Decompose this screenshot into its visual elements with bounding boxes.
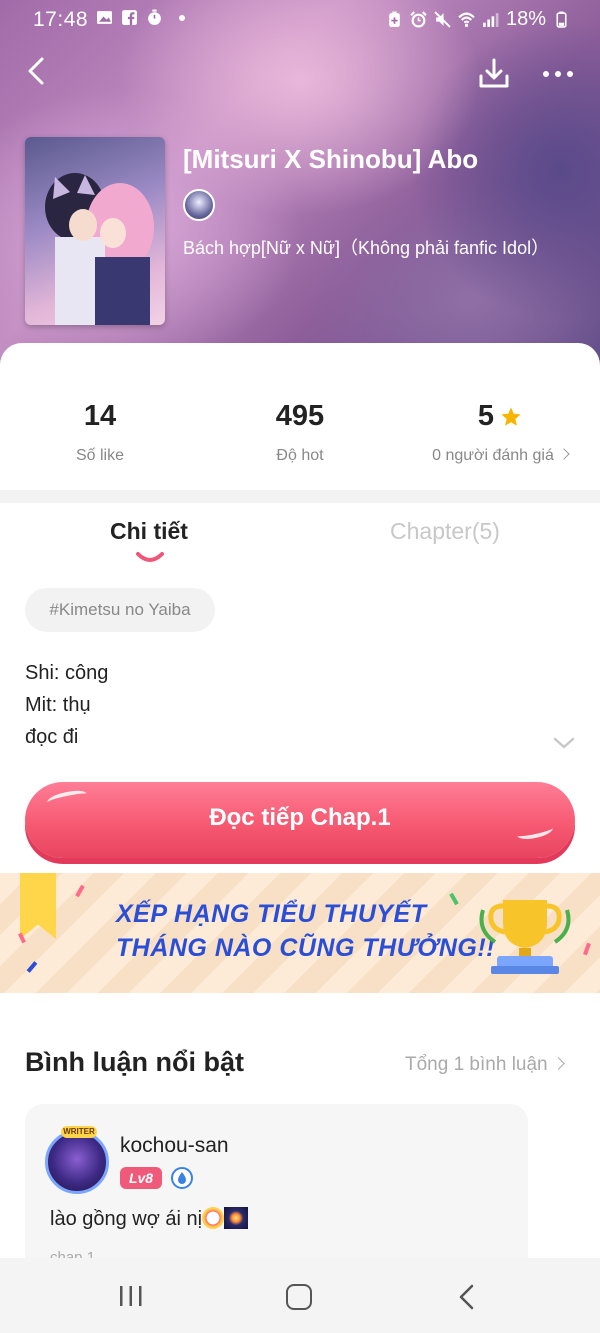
comment-text-body: lào gồng wợ ái nị [50, 1208, 203, 1230]
comments-section-title: Bình luận nổi bật [25, 1047, 244, 1077]
facebook-icon [122, 10, 137, 25]
likes-label: Số like [75, 447, 125, 464]
signal-icon [483, 13, 499, 27]
comment-text: lào gồng wợ ái nị [50, 1207, 249, 1231]
recent-apps-icon[interactable] [118, 1285, 144, 1307]
comments-total-link[interactable]: Tổng 1 bình luận [405, 1054, 565, 1076]
banner-title-line2: THÁNG NÀO CŨNG THƯỞNG!! [116, 934, 496, 962]
wifi-icon [458, 12, 475, 27]
more-options-icon[interactable] [538, 60, 578, 88]
status-bar: 17:48 18% [0, 0, 600, 38]
description-line: đọc đi [25, 726, 79, 748]
level-badge: Lv8 [120, 1167, 162, 1189]
book-title: [Mitsuri X Shinobu] Abo [183, 144, 479, 174]
writer-badge: WRITER [61, 1126, 97, 1138]
water-drop-badge-icon [171, 1167, 193, 1189]
book-description: Shi: công Mit: thụ đọc đi [25, 657, 108, 753]
section-divider [0, 490, 600, 503]
trophy-icon [479, 900, 571, 974]
chevron-down-icon[interactable] [552, 735, 576, 751]
home-icon[interactable] [286, 1284, 312, 1310]
star-icon [501, 406, 521, 426]
clown-emoji-icon [202, 1207, 225, 1229]
system-nav-bar [0, 1258, 600, 1333]
notification-dot-icon [179, 14, 185, 21]
author-avatar[interactable] [183, 189, 215, 221]
book-header: 17:48 18% [Mitsuri X Shinobu] Abo Bách h… [0, 0, 600, 380]
tab-active-indicator [136, 552, 164, 562]
mute-icon [434, 11, 451, 28]
status-time: 17:48 [33, 8, 89, 31]
continue-reading-label: Đọc tiếp Chap.1 [209, 804, 391, 831]
hot-label: Độ hot [276, 447, 324, 464]
fireworks-emoji-icon [224, 1207, 249, 1229]
commenter-name[interactable]: kochou-san [120, 1134, 229, 1158]
rating-count-label: 0 người đánh giá [432, 447, 554, 464]
gallery-icon [97, 11, 112, 24]
comments-total-label: Tổng 1 bình luận [405, 1054, 548, 1075]
book-cover-image [25, 137, 165, 325]
hot-count: 495 [275, 400, 325, 432]
tab-detail[interactable]: Chi tiết [110, 518, 188, 545]
download-icon[interactable] [476, 56, 512, 92]
commenter-avatar[interactable] [45, 1130, 109, 1194]
chevron-right-icon [558, 448, 570, 460]
tag-chip[interactable]: #Kimetsu no Yaiba [25, 588, 215, 632]
chevron-right-icon [551, 1057, 565, 1070]
nav-back-icon[interactable] [456, 1283, 476, 1311]
back-arrow-icon[interactable] [20, 54, 54, 88]
stats-card: 14 Số like 495 Độ hot 5 0 người đánh giá [0, 343, 600, 493]
stopwatch-icon [148, 9, 161, 25]
battery-level: 18% [505, 8, 546, 30]
rating-value: 5 [477, 400, 495, 432]
battery-saver-icon [389, 11, 400, 27]
description-line: Shi: công [25, 662, 109, 684]
battery-icon [556, 11, 567, 28]
book-genre: Bách hợp[Nữ x Nữ]（Không phải fanfic Idol… [183, 238, 550, 258]
banner-title-line1: XẾP HẠNG TIỂU THUYẾT [116, 900, 427, 928]
likes-count: 14 [83, 400, 117, 432]
continue-reading-button[interactable]: Đọc tiếp Chap.1 [25, 782, 575, 858]
alarm-icon [410, 11, 427, 28]
description-line: Mit: thụ [25, 694, 91, 716]
tab-chapter[interactable]: Chapter(5) [390, 518, 500, 545]
